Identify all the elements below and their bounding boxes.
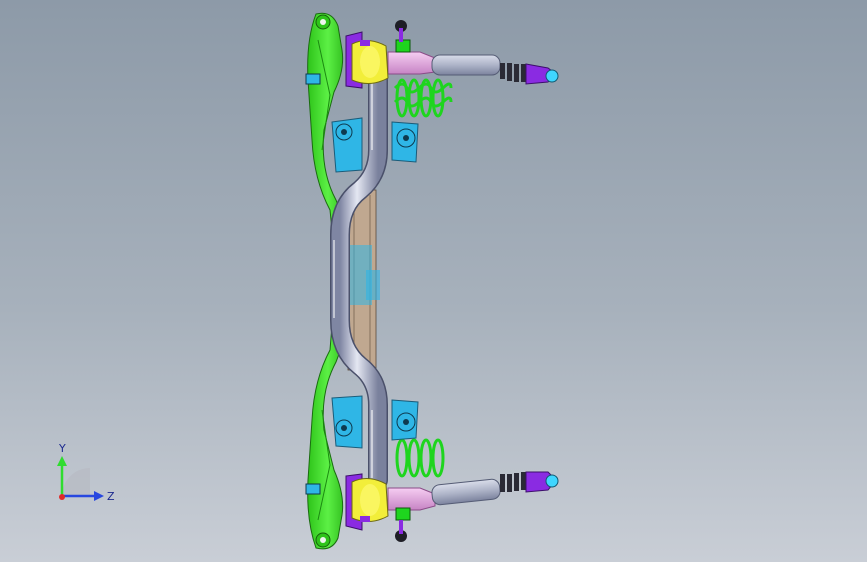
triad-z-arrow [94, 491, 104, 501]
triad-y-label: Y [58, 442, 66, 455]
spring-lower [395, 438, 445, 478]
bushing-lower [345, 473, 389, 531]
triad-x-axis-dot [59, 494, 65, 500]
triad-z-label: Z [107, 490, 115, 503]
spring-upper [393, 78, 453, 118]
suspension-assembly-model[interactable] [0, 0, 867, 562]
cad-viewport[interactable]: Y Z [0, 0, 867, 562]
triad-quadrant [62, 468, 90, 496]
triad-y-arrow [57, 456, 67, 466]
bushing-upper [345, 31, 389, 89]
coordinate-triad-icon: Y Z [57, 442, 115, 503]
lower-shock-absorber [387, 471, 559, 511]
